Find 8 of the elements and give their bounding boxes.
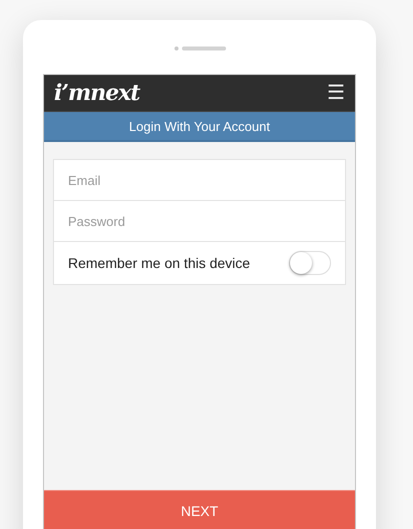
password-field[interactable]: Password	[53, 200, 346, 241]
speaker-icon	[174, 46, 226, 50]
remember-label: Remember me on this device	[68, 255, 250, 271]
logo: i’mnext	[54, 80, 140, 106]
email-field[interactable]: Email	[53, 159, 346, 200]
menu-button[interactable]: ☰	[327, 83, 345, 103]
remember-toggle[interactable]	[289, 251, 331, 275]
banner-title: Login With Your Account	[44, 112, 355, 142]
